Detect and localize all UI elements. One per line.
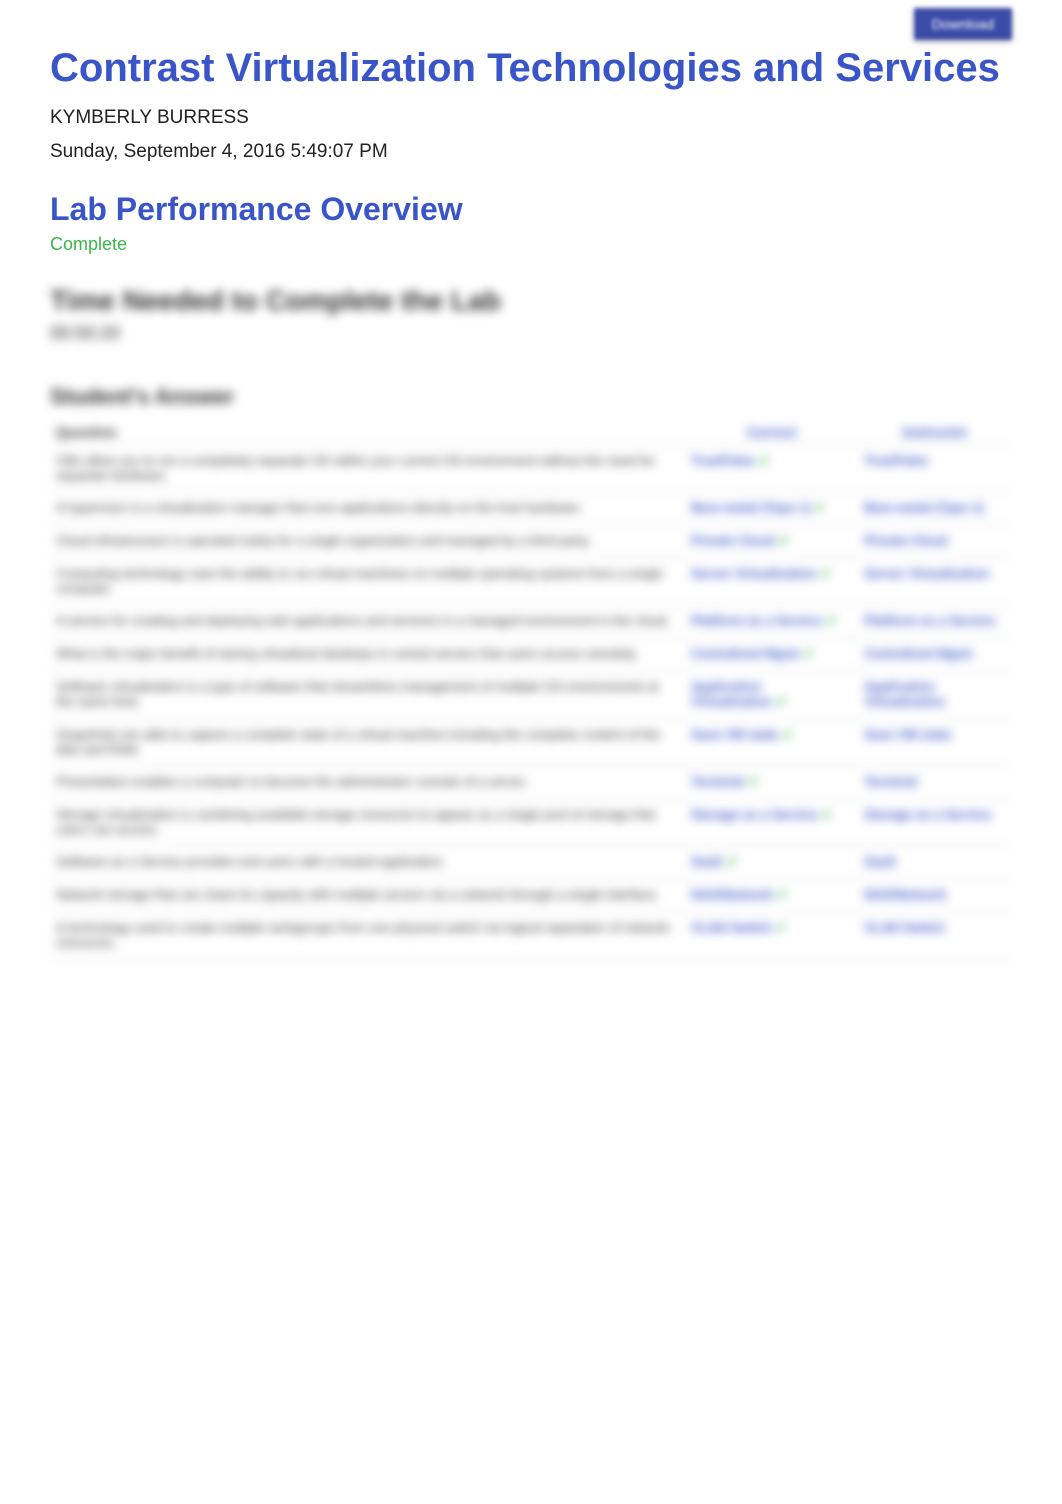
question-text: Presentation enables a computer to becom…	[50, 766, 685, 799]
correct-answer[interactable]: NAS/Network✔	[685, 879, 858, 912]
col-correct: Correct	[685, 420, 858, 445]
instructor-answer[interactable]: True/False	[858, 445, 1012, 492]
correct-answer[interactable]: Bare-metal (Type 1)✔	[685, 492, 858, 525]
question-text: What is the major benefit of storing vir…	[50, 638, 685, 671]
instructor-answer[interactable]: Terminal	[858, 766, 1012, 799]
table-row: What is the major benefit of storing vir…	[50, 638, 1012, 671]
time-heading: Time Needed to Complete the Lab	[50, 285, 1012, 317]
correct-answer[interactable]: Save VM state✔	[685, 719, 858, 766]
page-title: Contrast Virtualization Technologies and…	[50, 46, 1012, 91]
instructor-answer[interactable]: Application Virtualization	[858, 671, 1012, 719]
instructor-answer[interactable]: Bare-metal (Type 1)	[858, 492, 1012, 525]
table-row: VMs allow you to run a completely separa…	[50, 445, 1012, 492]
question-text: VMs allow you to run a completely separa…	[50, 445, 685, 492]
instructor-answer[interactable]: Save VM state	[858, 719, 1012, 766]
check-icon: ✔	[772, 694, 787, 709]
check-icon: ✔	[755, 453, 770, 468]
table-row: A service for creating and deploying web…	[50, 605, 1012, 638]
correct-answer[interactable]: True/False✔	[685, 445, 858, 492]
correct-answer[interactable]: Terminal✔	[685, 766, 858, 799]
table-row: Network storage that can share its capac…	[50, 879, 1012, 912]
question-text: Computing technology uses the ability to…	[50, 558, 685, 605]
date-text: Sunday, September 4, 2016 5:49:07 PM	[50, 141, 1012, 163]
table-row: Storage virtualization is combining avai…	[50, 799, 1012, 846]
instructor-answer[interactable]: Private Cloud	[858, 525, 1012, 558]
question-text: A hypervisor is a virtualization manager…	[50, 492, 685, 525]
question-text: Network storage that can share its capac…	[50, 879, 685, 912]
correct-answer[interactable]: Platform as a Service✔	[685, 605, 858, 638]
table-row: Computing technology uses the ability to…	[50, 558, 1012, 605]
correct-answer[interactable]: Application Virtualization✔	[685, 671, 858, 719]
author-name: KYMBERLY BURRESS	[50, 107, 1012, 129]
check-icon: ✔	[772, 920, 787, 935]
question-text: Software virtualization is a type of sof…	[50, 671, 685, 719]
instructor-answer[interactable]: SaaS	[858, 846, 1012, 879]
col-instructor: Instructor	[858, 420, 1012, 445]
correct-answer[interactable]: SaaS✔	[685, 846, 858, 879]
check-icon: ✔	[799, 646, 814, 661]
correct-answer[interactable]: Centralized Mgmt✔	[685, 638, 858, 671]
table-row: Software virtualization is a type of sof…	[50, 671, 1012, 719]
check-icon: ✔	[744, 774, 759, 789]
status-text: Complete	[50, 234, 1012, 255]
question-text: Storage virtualization is combining avai…	[50, 799, 685, 846]
table-row: Cloud infrastructure is operated solely …	[50, 525, 1012, 558]
question-text: Cloud infrastructure is operated solely …	[50, 525, 685, 558]
correct-answer[interactable]: Storage as a Service✔	[685, 799, 858, 846]
check-icon: ✔	[775, 533, 790, 548]
check-icon: ✔	[723, 854, 738, 869]
correct-answer[interactable]: VLAN Switch✔	[685, 912, 858, 959]
question-text: Software as a Service provides end users…	[50, 846, 685, 879]
question-text: Snapshots are able to capture a complete…	[50, 719, 685, 766]
instructor-answer[interactable]: Centralized Mgmt	[858, 638, 1012, 671]
check-icon: ✔	[811, 500, 826, 515]
table-row: Presentation enables a computer to becom…	[50, 766, 1012, 799]
correct-answer[interactable]: Private Cloud✔	[685, 525, 858, 558]
section-heading: Lab Performance Overview	[50, 191, 1012, 228]
instructor-answer[interactable]: Storage as a Service	[858, 799, 1012, 846]
check-icon: ✔	[773, 887, 788, 902]
answers-table: Question Correct Instructor VMs allow yo…	[50, 420, 1012, 959]
question-text: A service for creating and deploying web…	[50, 605, 685, 638]
table-row: Snapshots are able to capture a complete…	[50, 719, 1012, 766]
answers-heading: Student's Answer	[50, 384, 1012, 410]
correct-answer[interactable]: Server Virtualization✔	[685, 558, 858, 605]
check-icon: ✔	[816, 566, 831, 581]
table-row: Software as a Service provides end users…	[50, 846, 1012, 879]
time-value: 00:50:20	[50, 323, 1012, 344]
table-row: A technology used to create multiple wor…	[50, 912, 1012, 959]
check-icon: ✔	[822, 613, 837, 628]
table-row: A hypervisor is a virtualization manager…	[50, 492, 1012, 525]
col-question: Question	[50, 420, 685, 445]
download-button[interactable]: Download	[914, 8, 1012, 40]
instructor-answer[interactable]: Server Virtualization	[858, 558, 1012, 605]
instructor-answer[interactable]: NAS/Network	[858, 879, 1012, 912]
instructor-answer[interactable]: Platform as a Service	[858, 605, 1012, 638]
check-icon: ✔	[778, 727, 793, 742]
check-icon: ✔	[818, 807, 833, 822]
question-text: A technology used to create multiple wor…	[50, 912, 685, 959]
instructor-answer[interactable]: VLAN Switch	[858, 912, 1012, 959]
